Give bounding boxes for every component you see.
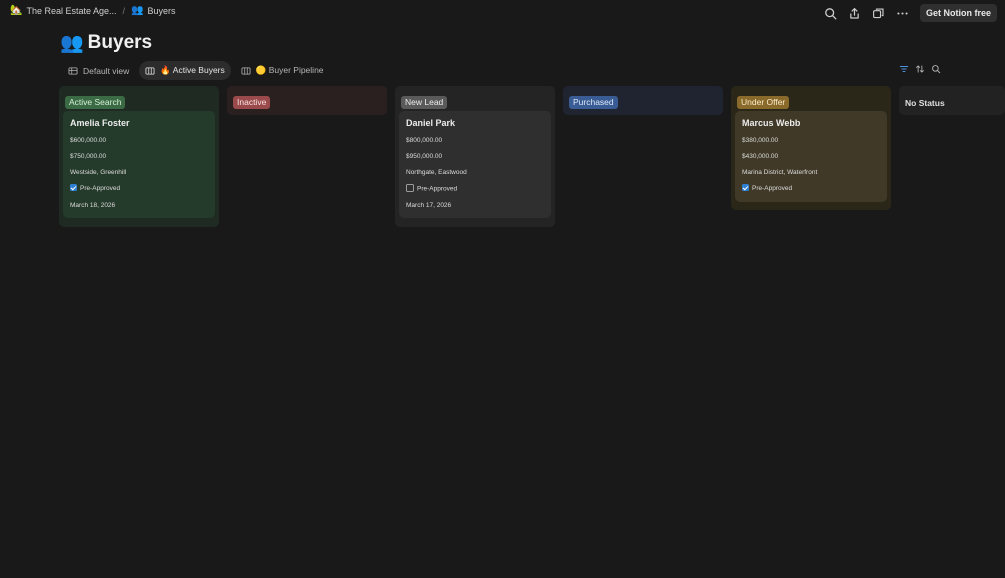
page-title: 👥 Buyers bbox=[60, 31, 152, 55]
people-icon: 👥 bbox=[131, 5, 144, 16]
duplicate-icon[interactable] bbox=[872, 6, 886, 20]
view-tools bbox=[899, 64, 941, 74]
card-title: Amelia Foster bbox=[70, 118, 130, 128]
people-icon: 👥 bbox=[60, 33, 84, 54]
pre-approved-label: Pre-Approved bbox=[752, 185, 793, 193]
sort-icon[interactable] bbox=[915, 64, 925, 74]
status-badge[interactable]: Purchased bbox=[569, 96, 618, 109]
checkbox-unchecked-icon[interactable] bbox=[406, 184, 414, 192]
pre-approved-label: Pre-Approved bbox=[417, 185, 458, 193]
card-daniel-park[interactable]: Daniel Park $800,000.00 $950,000.00 Nort… bbox=[399, 111, 551, 218]
budget-min: $380,000.00 bbox=[742, 137, 779, 144]
card-marcus-webb[interactable]: Marcus Webb $380,000.00 $430,000.00 Mari… bbox=[735, 111, 887, 202]
breadcrumb-separator: / bbox=[122, 5, 126, 16]
column-no-status: No Status bbox=[899, 86, 1005, 115]
breadcrumb-page[interactable]: Buyers bbox=[147, 6, 175, 16]
areas: Westside, Greenhill bbox=[70, 169, 127, 176]
pre-approved-field: Pre-Approved bbox=[742, 184, 793, 193]
budget-min: $600,000.00 bbox=[70, 137, 107, 144]
board-icon bbox=[241, 66, 251, 75]
date: March 17, 2026 bbox=[406, 202, 452, 209]
pre-approved-field: Pre-Approved bbox=[406, 184, 458, 193]
tab-label: Default view bbox=[83, 65, 130, 76]
date: March 18, 2026 bbox=[70, 202, 116, 209]
search-icon[interactable] bbox=[931, 64, 941, 74]
top-actions: Get Notion free bbox=[824, 4, 997, 22]
column-active-search: Active Search Amelia Foster $600,000.00 … bbox=[59, 86, 219, 227]
breadcrumb: 🏡 The Real Estate Age... / 👥 Buyers bbox=[10, 5, 176, 16]
status-badge[interactable]: Under Offer bbox=[737, 96, 790, 109]
top-bar: 🏡 The Real Estate Age... / 👥 Buyers Get … bbox=[0, 0, 1005, 26]
areas: Northgate, Eastwood bbox=[406, 169, 467, 176]
checkbox-checked-icon[interactable] bbox=[70, 184, 77, 191]
column-new-lead: New Lead Daniel Park $800,000.00 $950,00… bbox=[395, 86, 555, 227]
budget-max: $950,000.00 bbox=[406, 153, 443, 160]
share-icon[interactable] bbox=[848, 6, 862, 20]
budget-min: $800,000.00 bbox=[406, 137, 443, 144]
get-notion-free-button[interactable]: Get Notion free bbox=[919, 4, 997, 22]
view-tabs: Default view 🔥 Active Buyers 🟡 Buyer Pip… bbox=[62, 61, 330, 80]
pre-approved-label: Pre-Approved bbox=[80, 185, 121, 193]
checkbox-checked-icon[interactable] bbox=[742, 184, 749, 191]
pre-approved-field: Pre-Approved bbox=[70, 184, 121, 193]
column-inactive: Inactive bbox=[227, 86, 387, 115]
card-title: Marcus Webb bbox=[742, 118, 801, 128]
status-badge[interactable]: Inactive bbox=[233, 96, 271, 109]
status-badge[interactable]: New Lead bbox=[401, 96, 448, 109]
tab-label: 🟡 Buyer Pipeline bbox=[255, 65, 324, 75]
areas: Marina District, Waterfront bbox=[742, 169, 818, 176]
page-title-text[interactable]: Buyers bbox=[88, 32, 152, 54]
search-icon[interactable] bbox=[824, 6, 838, 20]
status-badge[interactable]: Active Search bbox=[65, 96, 126, 109]
column-under-offer: Under Offer Marcus Webb $380,000.00 $430… bbox=[731, 86, 891, 210]
board-icon bbox=[145, 66, 155, 75]
status-label[interactable]: No Status bbox=[905, 98, 945, 108]
filter-icon[interactable] bbox=[899, 64, 909, 74]
tab-active-buyers[interactable]: 🔥 Active Buyers bbox=[139, 61, 231, 80]
column-purchased: Purchased bbox=[563, 86, 723, 115]
more-icon[interactable] bbox=[896, 6, 910, 20]
house-icon: 🏡 bbox=[10, 5, 23, 16]
card-amelia-foster[interactable]: Amelia Foster $600,000.00 $750,000.00 We… bbox=[63, 111, 215, 218]
tab-label: 🔥 Active Buyers bbox=[160, 65, 225, 75]
tab-default-view[interactable]: Default view bbox=[62, 62, 135, 80]
breadcrumb-workspace[interactable]: The Real Estate Age... bbox=[26, 6, 116, 16]
tab-buyer-pipeline[interactable]: 🟡 Buyer Pipeline bbox=[235, 61, 330, 80]
budget-max: $750,000.00 bbox=[70, 153, 107, 160]
card-title: Daniel Park bbox=[406, 118, 456, 128]
budget-max: $430,000.00 bbox=[742, 153, 779, 160]
table-icon bbox=[68, 66, 78, 75]
